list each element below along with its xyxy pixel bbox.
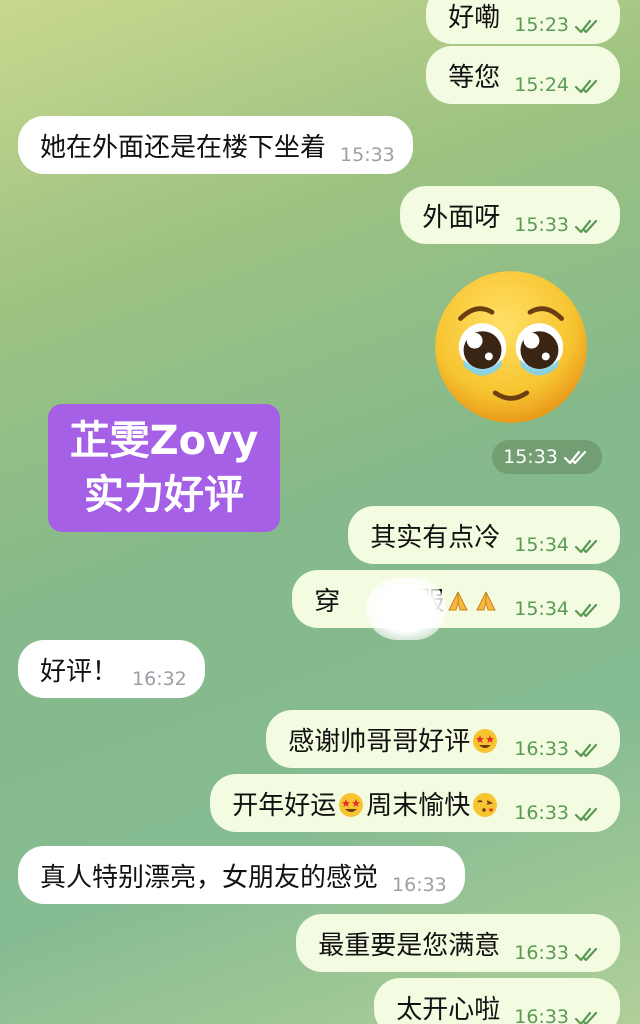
message-text: 太开心啦 — [396, 994, 501, 1024]
watermark-line: 芷雯Zovy — [69, 418, 259, 464]
star-struck-icon — [339, 792, 364, 817]
message-meta: 16:32 — [132, 668, 187, 698]
message-outgoing[interactable]: 最重要是您满意 16:33 — [296, 914, 620, 972]
double-check-icon — [563, 450, 586, 465]
message-meta: 15:33 — [340, 144, 395, 174]
message-meta: 15:23 — [514, 14, 602, 44]
message-meta: 16:33 — [514, 738, 602, 768]
message-text-part: 开年好运 — [232, 790, 337, 821]
message-text-start: 穿 — [314, 586, 341, 617]
message-time: 16:33 — [514, 738, 569, 760]
message-time: 15:33 — [340, 144, 395, 166]
message-text: 穿衣服 — [314, 577, 500, 640]
message-text: 开年好运 周末愉快 — [232, 785, 500, 822]
message-time: 16:33 — [514, 1006, 569, 1024]
redaction-blur — [366, 577, 447, 640]
message-text: 最重要是您满意 — [318, 930, 501, 961]
watermark-line: 实力好评 — [84, 472, 244, 518]
message-meta: 15:34 — [514, 598, 602, 628]
message-time: 15:34 — [514, 598, 569, 620]
message-text-part: 感谢帅哥哥好评 — [288, 726, 471, 757]
face-blowing-kiss-icon — [473, 792, 498, 817]
watermark-overlay: 芷雯Zovy 实力好评 — [48, 404, 280, 532]
message-text: 等您 — [448, 62, 501, 93]
message-outgoing[interactable]: 好嘞 15:23 — [426, 0, 620, 44]
double-check-icon — [574, 539, 598, 554]
double-check-icon — [574, 1011, 598, 1024]
message-text: 真人特别漂亮，女朋友的感觉 — [40, 862, 379, 893]
folded-hands-icon — [448, 591, 469, 610]
double-check-icon — [574, 19, 598, 34]
double-check-icon — [574, 807, 598, 822]
message-meta: 16:33 — [514, 1006, 602, 1024]
sticker-time: 15:33 — [492, 440, 602, 474]
message-outgoing[interactable]: 其实有点冷 15:34 — [348, 506, 620, 564]
double-check-icon — [574, 743, 598, 758]
star-struck-icon — [473, 728, 498, 753]
message-time: 16:33 — [514, 942, 569, 964]
message-text: 外面呀 — [422, 202, 501, 233]
message-outgoing[interactable]: 外面呀 15:33 — [400, 186, 620, 244]
double-check-icon — [574, 219, 598, 234]
message-outgoing[interactable]: 太开心啦 16:33 — [374, 978, 620, 1024]
message-meta: 16:33 — [514, 942, 602, 972]
message-incoming[interactable]: 真人特别漂亮，女朋友的感觉 16:33 — [18, 846, 465, 904]
double-check-icon — [574, 79, 598, 94]
message-time: 16:32 — [132, 668, 187, 690]
message-incoming[interactable]: 她在外面还是在楼下坐着 15:33 — [18, 116, 413, 174]
chat-background: 好嘞 15:23 等您 15:24 她在外面还是在楼下坐着 15:33 外面呀 … — [0, 0, 640, 1024]
message-meta: 16:33 — [514, 802, 602, 832]
message-incoming[interactable]: 好评！ 16:32 — [18, 640, 205, 698]
message-text: 其实有点冷 — [370, 522, 501, 553]
message-text: 好嘞 — [448, 2, 501, 33]
message-time: 16:33 — [514, 802, 569, 824]
message-meta: 15:34 — [514, 534, 602, 564]
message-outgoing[interactable]: 感谢帅哥哥好评 16:33 — [266, 710, 620, 768]
message-outgoing[interactable]: 等您 15:24 — [426, 46, 620, 104]
double-check-icon — [574, 603, 598, 618]
message-text: 好评！ — [40, 656, 119, 687]
message-text: 感谢帅哥哥好评 — [288, 721, 500, 758]
folded-hands-icon — [476, 591, 497, 610]
message-outgoing[interactable]: 穿衣服 15:34 — [292, 570, 620, 640]
message-time: 15:33 — [514, 214, 569, 236]
message-time: 16:33 — [392, 874, 447, 896]
message-time: 15:34 — [514, 534, 569, 556]
message-meta: 15:24 — [514, 74, 602, 104]
double-check-icon — [574, 947, 598, 962]
message-outgoing[interactable]: 开年好运 周末愉快 16:33 — [210, 774, 620, 832]
message-time: 15:33 — [503, 446, 558, 468]
message-time: 15:24 — [514, 74, 569, 96]
message-meta: 15:33 — [514, 214, 602, 244]
message-meta: 16:33 — [392, 874, 447, 904]
message-text: 她在外面还是在楼下坐着 — [40, 132, 327, 163]
message-time: 15:23 — [514, 14, 569, 36]
message-text-part: 周末愉快 — [366, 790, 471, 821]
pleading-face-icon[interactable] — [432, 268, 590, 426]
